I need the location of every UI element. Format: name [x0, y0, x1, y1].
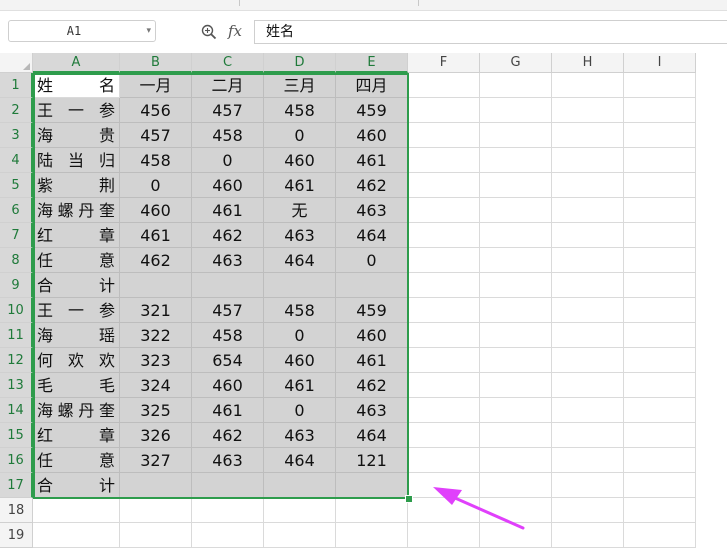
annotation-arrow [433, 487, 525, 530]
